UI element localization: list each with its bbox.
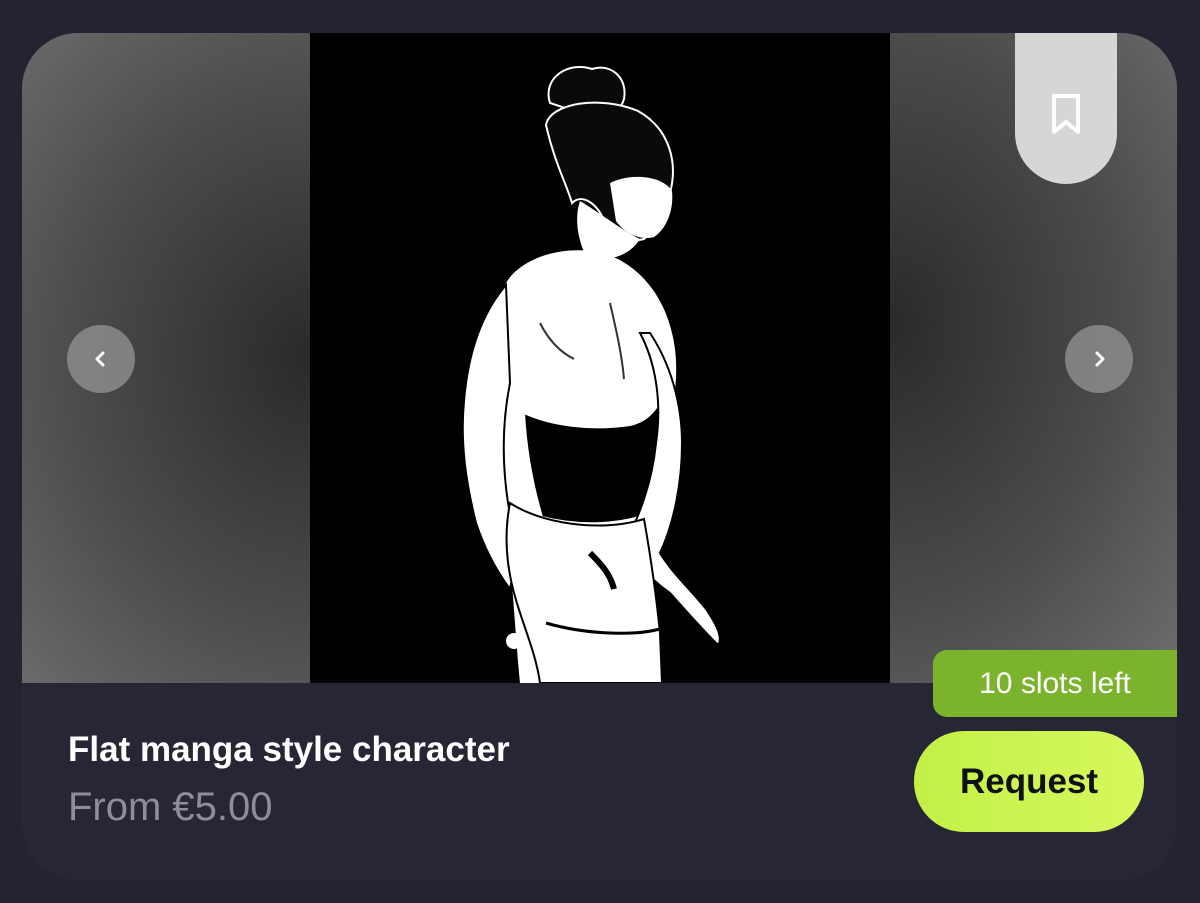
listing-card[interactable]: 10 slots left Flat manga style character… xyxy=(22,33,1177,880)
gallery-next-button[interactable] xyxy=(1065,325,1133,393)
listing-title: Flat manga style character xyxy=(68,730,510,769)
artwork-image[interactable] xyxy=(310,33,890,683)
bookmark-icon xyxy=(1052,93,1080,134)
gallery-indicator-dot[interactable] xyxy=(506,633,522,649)
artwork-illustration xyxy=(310,33,890,683)
slots-left-badge: 10 slots left xyxy=(933,650,1177,717)
gallery-blur-left xyxy=(22,33,312,683)
gallery-prev-button[interactable] xyxy=(67,325,135,393)
chevron-left-icon xyxy=(95,351,105,367)
bookmark-button[interactable] xyxy=(1015,33,1117,184)
request-button[interactable]: Request xyxy=(914,731,1144,832)
image-gallery[interactable] xyxy=(22,33,1177,683)
listing-price: From €5.00 xyxy=(68,785,273,829)
chevron-right-icon xyxy=(1095,351,1105,367)
